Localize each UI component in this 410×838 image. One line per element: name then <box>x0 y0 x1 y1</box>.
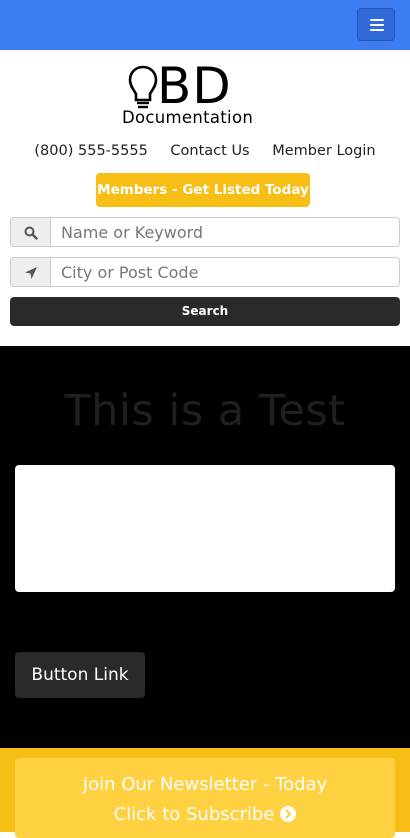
top-nav-bar <box>0 0 410 50</box>
menu-toggle-button[interactable] <box>357 8 395 41</box>
subscribe-line[interactable]: Click to Subscribe <box>15 804 395 825</box>
contact-us-link[interactable]: Contact Us <box>170 143 249 159</box>
page-title: This is a Test <box>64 386 346 436</box>
members-get-listed-button[interactable]: Members - Get Listed Today <box>96 173 310 207</box>
newsletter-subscribe-box[interactable]: Join Our Newsletter - Today Click to Sub… <box>15 758 395 838</box>
lightbulb-icon <box>128 65 158 109</box>
search-icon <box>24 226 38 240</box>
member-login-link[interactable]: Member Login <box>272 143 375 159</box>
keyword-search-group <box>10 217 400 247</box>
subscribe-text: Click to Subscribe <box>113 804 275 825</box>
content-box <box>15 465 395 592</box>
location-input[interactable] <box>50 257 400 287</box>
newsletter-section: Join Our Newsletter - Today Click to Sub… <box>0 748 410 838</box>
logo-text: Documentation <box>122 108 254 127</box>
search-button[interactable]: Search <box>10 297 400 326</box>
phone-link[interactable]: (800) 555-5555 <box>34 143 147 159</box>
hamburger-icon <box>370 19 384 21</box>
keyword-addon <box>10 217 51 247</box>
location-arrow-icon <box>25 267 37 279</box>
contact-links: (800) 555-5555 Contact Us Member Login <box>0 143 410 163</box>
button-link[interactable]: Button Link <box>15 652 145 698</box>
site-logo[interactable]: BD Documentation <box>122 57 267 130</box>
main-section: This is a Test Button Link <box>0 346 410 748</box>
location-addon <box>10 257 51 287</box>
location-search-group <box>10 257 400 287</box>
newsletter-heading: Join Our Newsletter - Today <box>82 774 328 795</box>
logo-mark: BD <box>157 57 232 115</box>
keyword-input[interactable] <box>50 217 400 247</box>
chevron-circle-right-icon <box>280 806 297 822</box>
